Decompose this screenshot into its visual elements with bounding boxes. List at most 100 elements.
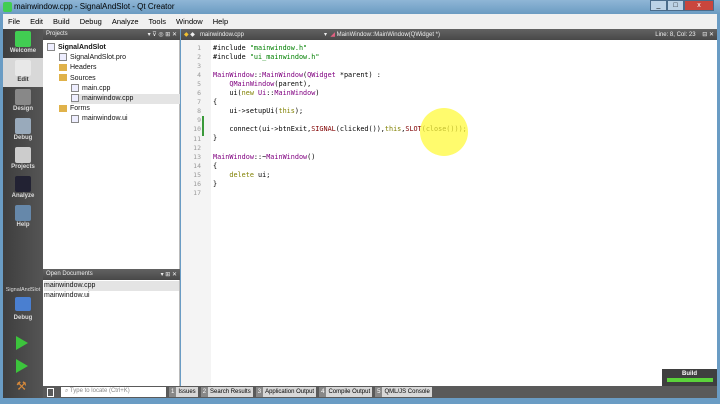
code-token: *parent) :: [335, 71, 381, 80]
mode-debug[interactable]: Debug: [3, 116, 43, 145]
code-token: MainWindow: [213, 152, 254, 161]
kit-project[interactable]: SignalAndSlot: [3, 287, 43, 293]
menu-tools[interactable]: Tools: [144, 14, 172, 29]
tree-item[interactable]: Sources: [59, 74, 180, 84]
debug-icon: [15, 118, 31, 134]
maximize-button[interactable]: □: [667, 0, 684, 11]
code-token: SIGNAL: [311, 125, 336, 134]
code-token: QMainWindow: [229, 80, 275, 89]
open-documents-title: Open Documents: [46, 271, 93, 277]
mode-edit[interactable]: Edit: [3, 58, 43, 87]
output-tab-qml-js-console[interactable]: 5 QML/JS Console: [375, 387, 432, 397]
forward-icon[interactable]: ◆: [190, 32, 195, 38]
tree-item[interactable]: SignalAndSlot.pro: [59, 53, 180, 63]
line-number: 4: [197, 71, 201, 80]
code-line: MainWindow::MainWindow(QWidget *parent) …: [213, 71, 467, 80]
menu-analyze[interactable]: Analyze: [107, 14, 144, 29]
tree-item[interactable]: Headers: [59, 63, 180, 73]
line-number: 1: [197, 44, 201, 52]
welcome-icon: [15, 31, 31, 47]
help-icon: [15, 205, 31, 221]
tab-number: 4: [319, 387, 327, 397]
menu-debug[interactable]: Debug: [75, 14, 107, 29]
panel-tools-icon[interactable]: ▾ ⊽ ◎ ⊞ ✕: [148, 31, 177, 38]
code-line: }: [213, 180, 467, 189]
symbol-icon: ◢: [330, 32, 335, 38]
output-tab-issues[interactable]: 1 Issues: [169, 387, 198, 397]
mode-selector: SignalAndSlot Debug ⚒ Welcome Edit Design D…: [3, 29, 43, 398]
code-line: #include "mainwindow.h": [213, 44, 467, 53]
build-hammer-icon[interactable]: ⚒: [16, 379, 30, 393]
tree-item[interactable]: mainwindow.ui: [71, 114, 180, 124]
line-number: 9: [197, 116, 201, 125]
menu-edit[interactable]: Edit: [25, 14, 48, 29]
code-token: (clicked()),: [335, 125, 385, 134]
tree-item-label: SignalAndSlot: [58, 44, 106, 51]
mode-help[interactable]: Help: [3, 203, 43, 232]
panel-tools-icon[interactable]: ▾ ⊞ ✕: [161, 271, 177, 278]
mode-analyze[interactable]: Analyze: [3, 174, 43, 203]
projects-header: Projects ▾ ⊽ ◎ ⊞ ✕: [43, 29, 180, 40]
line-number: 3: [197, 62, 201, 71]
menu-build[interactable]: Build: [48, 14, 75, 29]
kit-computer-icon[interactable]: [15, 297, 31, 311]
code-editor[interactable]: 1 2 3 4 5 6 7 8 9 10 11 12 13 14 15 16 17 #include "main…: [181, 40, 717, 386]
run-icon[interactable]: [16, 336, 28, 350]
code-token: connect(ui->btnExit,: [213, 125, 312, 134]
analyze-icon: [15, 176, 31, 192]
line-number: 8: [197, 107, 201, 116]
debug-run-icon[interactable]: [16, 359, 28, 373]
mode-welcome[interactable]: Welcome: [3, 29, 43, 58]
close-button[interactable]: x: [684, 0, 714, 11]
projects-view-select[interactable]: Projects: [46, 31, 68, 38]
code-token: new: [241, 89, 254, 98]
symbol-selector[interactable]: MainWindow::MainWindow(QWidget *): [337, 32, 440, 38]
open-document-item[interactable]: mainwindow.ui: [44, 291, 179, 301]
code-token: this: [384, 125, 402, 134]
line-number: 10: [193, 125, 201, 134]
code-token: }: [213, 179, 218, 188]
tree-item[interactable]: Forms: [59, 104, 180, 114]
code-token: "mainwindow.h": [249, 44, 308, 52]
locator-input[interactable]: ⌕ Type to locate (Ctrl+K): [61, 387, 166, 397]
split-icon[interactable]: ⊟: [702, 32, 707, 38]
line-number: 6: [197, 89, 201, 98]
open-document-item[interactable]: mainwindow.cpp: [44, 281, 179, 291]
toggle-sidebar-icon[interactable]: [47, 387, 54, 397]
mode-label: Projects: [11, 164, 35, 170]
mode-design[interactable]: Design: [3, 87, 43, 116]
tab-number: 1: [169, 387, 177, 397]
line-number: 2: [197, 53, 201, 62]
cursor-highlight: [420, 108, 468, 156]
output-tab-application-output[interactable]: 3 Application Output: [255, 387, 317, 397]
code-token: #include: [213, 44, 250, 52]
code-line: {: [213, 98, 467, 107]
output-tab-search-results[interactable]: 2 Search Results: [200, 387, 253, 397]
menu-bar: File Edit Build Debug Analyze Tools Window Help: [3, 14, 717, 29]
code-line: {: [213, 162, 467, 171]
file-icon: [71, 83, 79, 92]
tree-item[interactable]: mainwindow.cpp: [71, 94, 180, 104]
minimize-button[interactable]: _: [650, 0, 667, 11]
tree-item[interactable]: main.cpp: [71, 83, 180, 94]
line-number: 7: [197, 98, 201, 107]
kit-mode: Debug: [13, 315, 33, 321]
code-token: MainWindow: [262, 71, 304, 80]
close-editor-icon[interactable]: ✕: [709, 32, 714, 38]
back-icon[interactable]: ◆: [184, 32, 189, 38]
locator-placeholder: Type to locate (Ctrl+K): [69, 388, 130, 394]
code-token: {: [213, 161, 218, 170]
cursor-position[interactable]: Line: 8, Col: 23: [655, 32, 695, 38]
tree-item[interactable]: SignalAndSlot: [47, 43, 180, 53]
output-tab-compile-output[interactable]: 4 Compile Output: [319, 387, 373, 397]
title-bar: mainwindow.cpp - SignalAndSlot - Qt Crea…: [0, 0, 720, 14]
menu-help[interactable]: Help: [208, 14, 233, 29]
line-number: 12: [193, 143, 201, 152]
menu-file[interactable]: File: [3, 14, 25, 29]
file-selector[interactable]: mainwindow.cpp: [200, 32, 244, 38]
menu-window[interactable]: Window: [171, 14, 208, 29]
file-icon: [59, 53, 67, 62]
mode-projects[interactable]: Projects: [3, 145, 43, 174]
file-dropdown-icon[interactable]: ▾: [324, 32, 327, 38]
